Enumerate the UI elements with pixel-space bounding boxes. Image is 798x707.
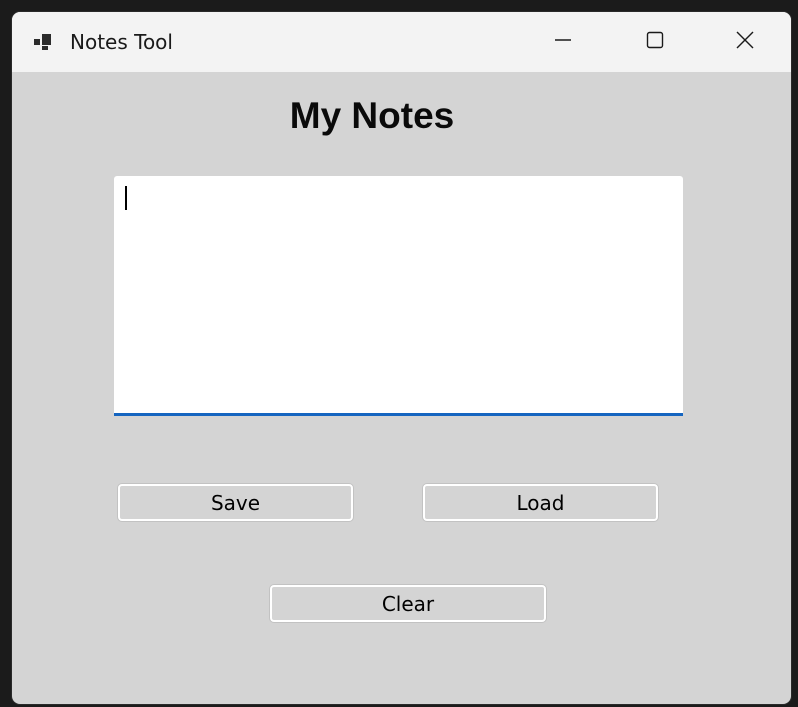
- minimize-button[interactable]: [517, 12, 609, 72]
- close-button[interactable]: [699, 12, 791, 72]
- text-caret: [125, 186, 127, 210]
- load-button[interactable]: Load: [423, 484, 658, 521]
- clear-button[interactable]: Clear: [270, 585, 546, 622]
- app-window: Notes Tool My Notes Save Load Clear: [12, 12, 791, 704]
- close-icon: [735, 30, 755, 55]
- notes-textarea[interactable]: [114, 176, 683, 416]
- maximize-icon: [645, 30, 665, 55]
- save-button[interactable]: Save: [118, 484, 353, 521]
- page-title: My Notes: [289, 95, 455, 136]
- window-title: Notes Tool: [70, 30, 173, 54]
- maximize-button[interactable]: [609, 12, 701, 72]
- title-bar[interactable]: Notes Tool: [12, 12, 791, 72]
- app-window-icon: [33, 32, 53, 52]
- minimize-icon: [553, 30, 573, 55]
